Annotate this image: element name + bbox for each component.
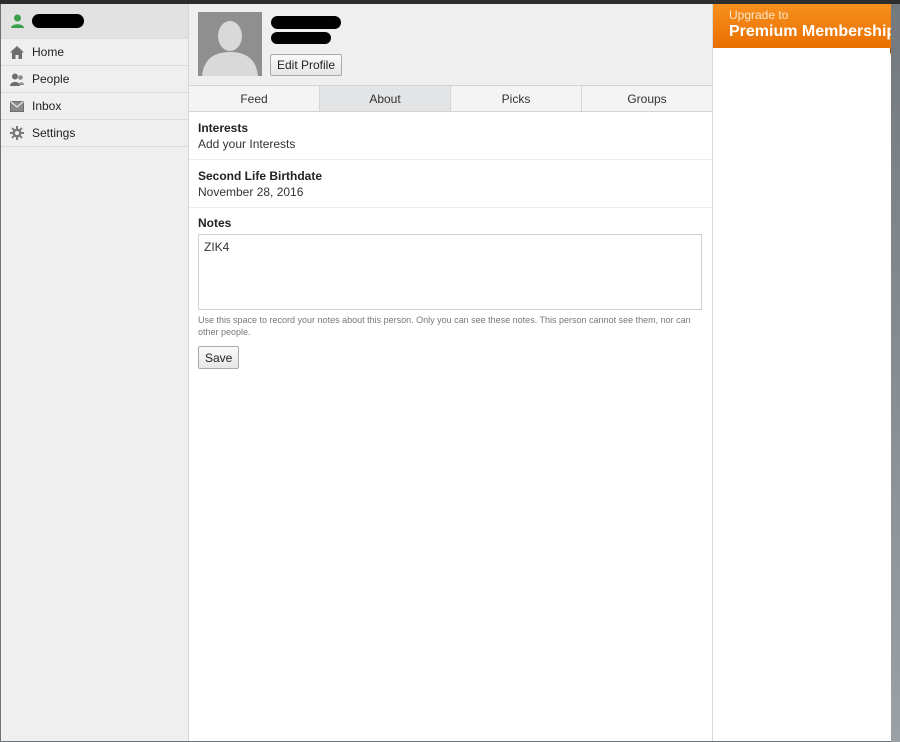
envelope-icon [10,99,24,113]
tab-picks[interactable]: Picks [451,86,582,111]
notes-hint: Use this space to record your notes abou… [198,315,691,337]
sidebar-item-home[interactable]: Home [1,39,188,66]
profile-tabs: Feed About Picks Groups [189,86,712,112]
promo-line-2: Premium Membership [729,23,897,40]
sidebar: Home People Inbox Settings [1,4,189,741]
profile-panel: Edit Profile Feed About Picks Groups Int… [189,4,713,741]
avatar-silhouette-icon [198,12,262,76]
sidebar-item-label: People [32,72,70,86]
tab-about[interactable]: About [320,86,451,111]
redacted-username [32,14,84,28]
redacted-display-name [271,16,341,29]
promo-line-1: Upgrade to [729,8,789,22]
edit-profile-button[interactable]: Edit Profile [270,54,343,76]
avatar [198,12,262,76]
sidebar-item-inbox[interactable]: Inbox [1,93,188,120]
upgrade-premium-banner[interactable]: Upgrade to Premium Membership [713,4,896,48]
birthdate-value: November 28, 2016 [198,185,304,199]
sidebar-item-label: Settings [32,126,76,140]
sidebar-item-people[interactable]: People [1,66,188,93]
interests-value[interactable]: Add your Interests [198,137,703,151]
user-icon [10,14,24,28]
tab-groups[interactable]: Groups [582,86,712,111]
right-panel: Upgrade to Premium Membership [713,4,896,741]
interests-section: Interests Add your Interests [189,112,712,160]
notes-title: Notes [198,216,232,230]
home-icon [10,45,24,59]
save-button[interactable]: Save [198,346,240,369]
sidebar-item-label: Inbox [32,99,62,113]
notes-textarea[interactable]: ZIK4 [198,234,702,310]
birthdate-section: Second Life Birthdate November 28, 2016 [189,160,712,208]
interests-title: Interests [198,121,249,135]
redacted-username [271,32,331,44]
window-edge [891,4,900,742]
sidebar-item-user[interactable] [1,4,188,39]
tab-feed[interactable]: Feed [189,86,320,111]
people-icon [10,72,24,86]
sidebar-item-label: Home [32,45,65,59]
sidebar-item-settings[interactable]: Settings [1,120,188,147]
profile-header: Edit Profile [189,4,712,86]
birthdate-title: Second Life Birthdate [198,169,323,183]
gear-icon [10,126,24,140]
notes-section: Notes ZIK4 Use this space to record your… [189,208,712,377]
